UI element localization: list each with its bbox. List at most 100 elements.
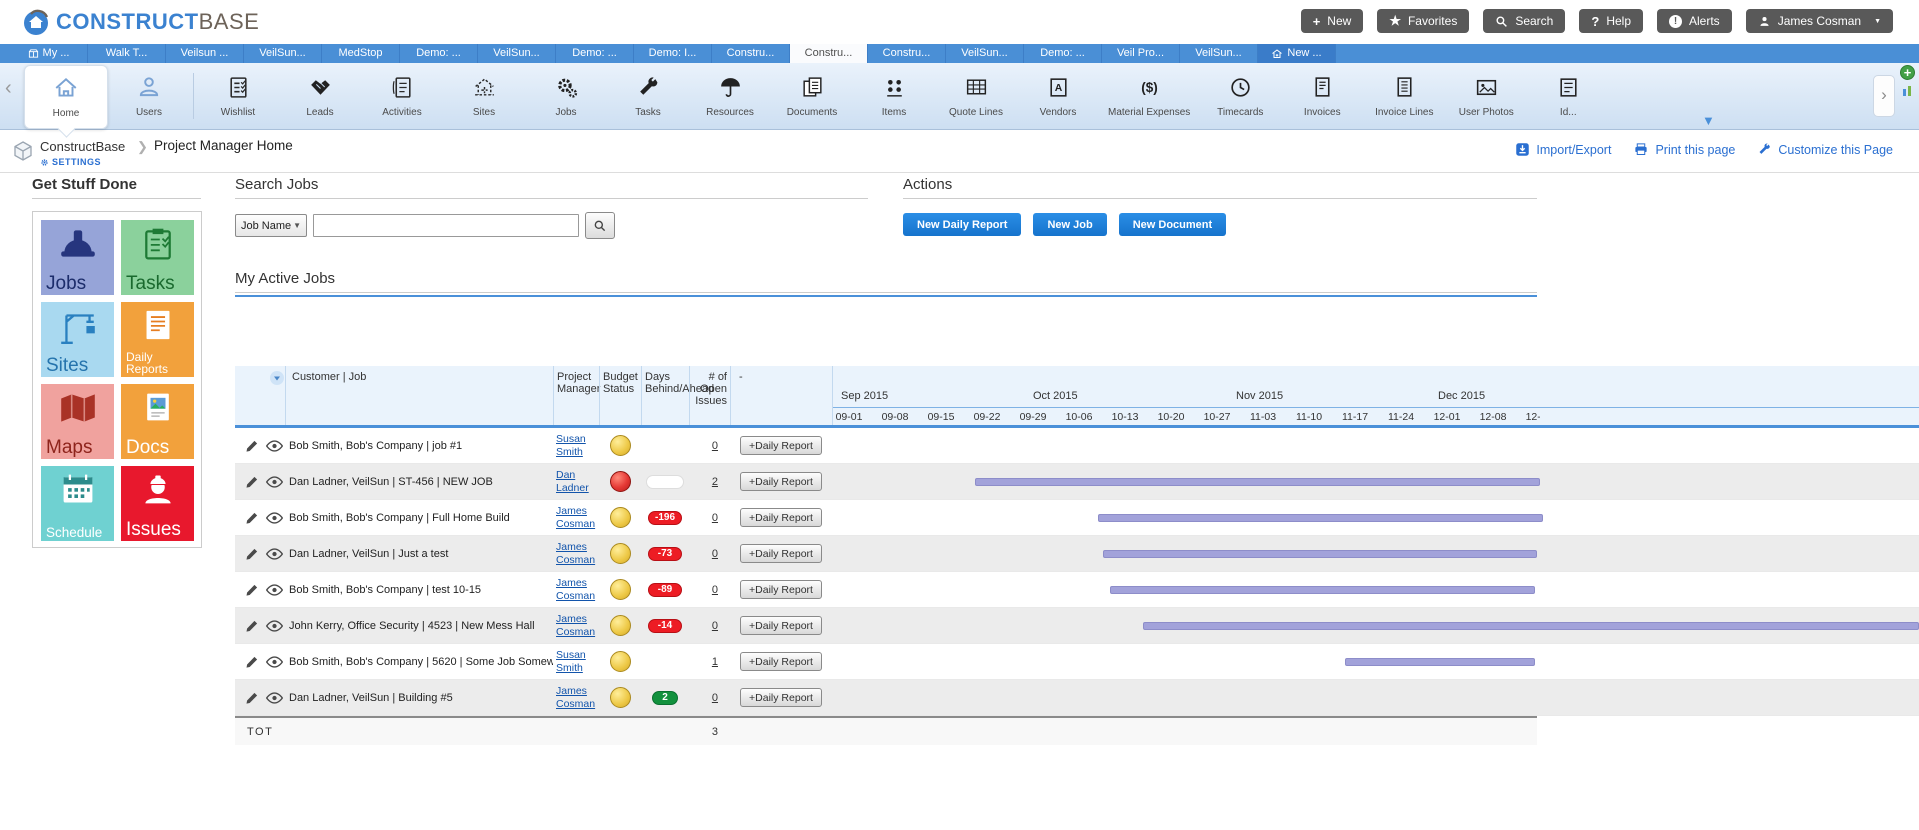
- edit-icon[interactable]: [245, 475, 259, 489]
- edit-icon[interactable]: [245, 583, 259, 597]
- tab-veilsun-1[interactable]: Veilsun ...: [166, 44, 244, 63]
- tab-constru-active[interactable]: Constru...: [790, 44, 868, 63]
- view-icon[interactable]: [266, 511, 283, 525]
- print-page-link[interactable]: Print this page: [1633, 142, 1735, 157]
- daily-report-button[interactable]: +Daily Report: [740, 508, 822, 527]
- scroll-right-icon[interactable]: ›: [1873, 75, 1895, 117]
- toolbar-item-leads[interactable]: Leads: [279, 65, 361, 127]
- tab-demo-2[interactable]: Demo: ...: [556, 44, 634, 63]
- col-header-budget-status[interactable]: Budget Status: [599, 366, 641, 425]
- daily-report-button[interactable]: +Daily Report: [740, 616, 822, 635]
- toolbar-item-material-expenses[interactable]: ($) Material Expenses: [1099, 65, 1199, 127]
- edit-icon[interactable]: [245, 655, 259, 669]
- toolbar-item-users[interactable]: Users: [108, 65, 190, 127]
- toolbar-item-tasks[interactable]: Tasks: [607, 65, 689, 127]
- project-manager-link[interactable]: Dan Ladner: [556, 469, 589, 493]
- breadcrumb-app[interactable]: ConstructBase: [40, 139, 125, 154]
- daily-report-button[interactable]: +Daily Report: [740, 436, 822, 455]
- tile-schedule[interactable]: Schedule: [41, 466, 114, 541]
- open-issues-link[interactable]: 2: [712, 476, 718, 488]
- new-button[interactable]: + New: [1300, 9, 1364, 33]
- job-filter-select[interactable]: Job Name ▼: [235, 214, 307, 237]
- mini-chart-icon[interactable]: [1902, 85, 1914, 97]
- tab-demo-4[interactable]: Demo: ...: [1024, 44, 1102, 63]
- toolbar-item-home[interactable]: Home: [24, 65, 108, 129]
- tab-veilsun-5[interactable]: VeilSun...: [1180, 44, 1258, 63]
- tile-docs[interactable]: Docs: [121, 384, 194, 459]
- tab-veilsun-2[interactable]: VeilSun...: [244, 44, 322, 63]
- col-header-open-issues[interactable]: # of Open Issues: [689, 366, 730, 425]
- toolbar-item-user-photos[interactable]: User Photos: [1445, 65, 1527, 127]
- open-issues-link[interactable]: 0: [712, 692, 718, 704]
- toolbar-item-jobs[interactable]: Jobs: [525, 65, 607, 127]
- daily-report-button[interactable]: +Daily Report: [740, 544, 822, 563]
- toolbar-item-sites[interactable]: Sites: [443, 65, 525, 127]
- toolbar-item-activities[interactable]: Activities: [361, 65, 443, 127]
- settings-link[interactable]: SETTINGS: [40, 157, 101, 167]
- tab-my[interactable]: My ...: [10, 44, 88, 63]
- edit-icon[interactable]: [245, 547, 259, 561]
- edit-icon[interactable]: [245, 439, 259, 453]
- project-manager-link[interactable]: James Cosman: [556, 541, 595, 565]
- project-manager-link[interactable]: James Cosman: [556, 577, 595, 601]
- tab-veil-pro[interactable]: Veil Pro...: [1102, 44, 1180, 63]
- add-table-icon[interactable]: +: [1900, 65, 1915, 80]
- tab-veilsun-4[interactable]: VeilSun...: [946, 44, 1024, 63]
- tile-issues[interactable]: Issues: [121, 466, 194, 541]
- view-icon[interactable]: [266, 439, 283, 453]
- open-issues-link[interactable]: 0: [712, 620, 718, 632]
- open-issues-link[interactable]: 0: [712, 548, 718, 560]
- new-daily-report-button[interactable]: New Daily Report: [903, 213, 1022, 236]
- toolbar-item-quote-lines[interactable]: Quote Lines: [935, 65, 1017, 127]
- open-issues-link[interactable]: 0: [712, 512, 718, 524]
- edit-icon[interactable]: [245, 691, 259, 705]
- daily-report-button[interactable]: +Daily Report: [740, 580, 822, 599]
- project-manager-link[interactable]: James Cosman: [556, 613, 595, 637]
- customize-page-link[interactable]: Customize this Page: [1757, 142, 1893, 157]
- view-icon[interactable]: [266, 583, 283, 597]
- view-icon[interactable]: [266, 475, 283, 489]
- toolbar-item-timecards[interactable]: Timecards: [1199, 65, 1281, 127]
- tab-constru-2[interactable]: Constru...: [868, 44, 946, 63]
- tile-maps[interactable]: Maps: [41, 384, 114, 459]
- col-header-customer-job[interactable]: Customer | Job: [285, 366, 553, 425]
- search-jobs-input[interactable]: [313, 214, 579, 237]
- toolbar-overflow-icon[interactable]: ▼: [1702, 113, 1715, 128]
- toolbar-item-invoice-lines[interactable]: Invoice Lines: [1363, 65, 1445, 127]
- daily-report-button[interactable]: +Daily Report: [740, 652, 822, 671]
- daily-report-button[interactable]: +Daily Report: [740, 472, 822, 491]
- project-manager-link[interactable]: Susan Smith: [556, 649, 586, 673]
- help-button[interactable]: ? Help: [1579, 9, 1643, 33]
- open-issues-link[interactable]: 0: [712, 584, 718, 596]
- project-manager-link[interactable]: Susan Smith: [556, 433, 586, 457]
- search-button[interactable]: Search: [1483, 9, 1566, 33]
- tile-daily-reports[interactable]: Daily Reports: [121, 302, 194, 377]
- tab-demo-1[interactable]: Demo: ...: [400, 44, 478, 63]
- search-jobs-button[interactable]: [585, 212, 615, 239]
- tile-tasks[interactable]: Tasks: [121, 220, 194, 295]
- toolbar-item-documents[interactable]: Documents: [771, 65, 853, 127]
- toolbar-item-wishlist[interactable]: Wishlist: [197, 65, 279, 127]
- col-header-days-behind-ahead[interactable]: Days Behind/Ahead: [641, 366, 714, 425]
- edit-icon[interactable]: [245, 619, 259, 633]
- toolbar-item-resources[interactable]: Resources: [689, 65, 771, 127]
- view-icon[interactable]: [266, 691, 283, 705]
- toolbar-item-id[interactable]: Id...: [1527, 65, 1609, 127]
- project-manager-link[interactable]: James Cosman: [556, 505, 595, 529]
- alerts-button[interactable]: ! Alerts: [1657, 9, 1732, 33]
- tab-demo-3[interactable]: Demo: I...: [634, 44, 712, 63]
- tab-new[interactable]: New ...: [1258, 44, 1336, 63]
- open-issues-link[interactable]: 1: [712, 656, 718, 668]
- tile-jobs[interactable]: Jobs: [41, 220, 114, 295]
- tab-walk-t[interactable]: Walk T...: [88, 44, 166, 63]
- view-icon[interactable]: [266, 619, 283, 633]
- tab-constru-1[interactable]: Constru...: [712, 44, 790, 63]
- edit-icon[interactable]: [245, 511, 259, 525]
- view-icon[interactable]: [266, 655, 283, 669]
- view-icon[interactable]: [266, 547, 283, 561]
- new-document-button[interactable]: New Document: [1118, 213, 1227, 236]
- tile-sites[interactable]: Sites: [41, 302, 114, 377]
- daily-report-button[interactable]: +Daily Report: [740, 688, 822, 707]
- toolbar-item-items[interactable]: Items: [853, 65, 935, 127]
- col-header-project-manager[interactable]: Project Manager: [553, 366, 600, 425]
